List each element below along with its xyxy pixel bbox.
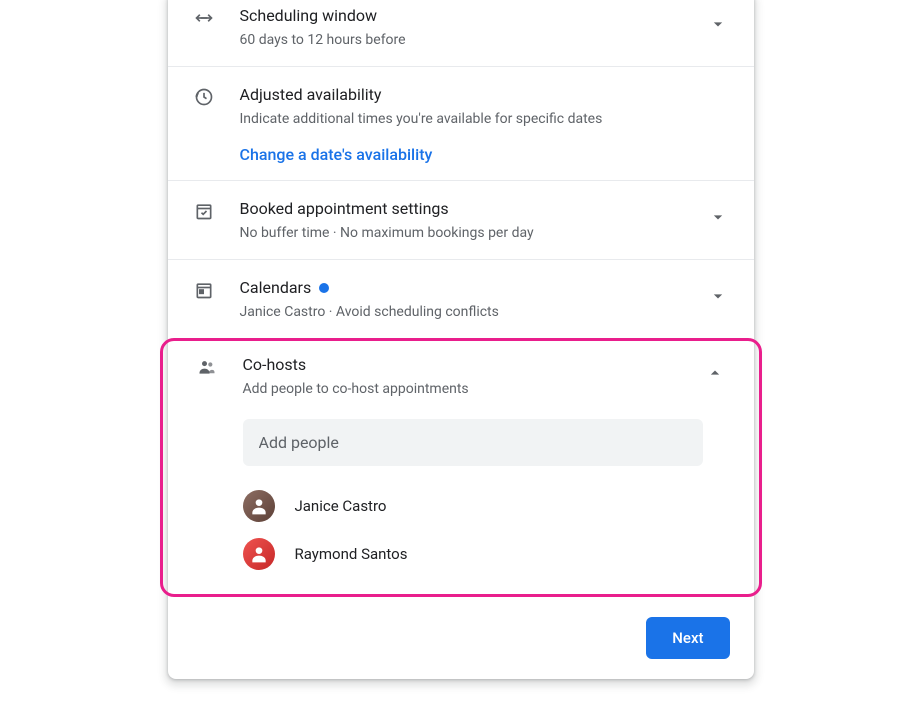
booked-settings-section[interactable]: Booked appointment settings No buffer ti… xyxy=(168,181,754,260)
booked-settings-subtitle: No buffer time · No maximum bookings per… xyxy=(240,223,706,243)
scheduling-window-section[interactable]: Scheduling window 60 days to 12 hours be… xyxy=(168,0,754,67)
people-icon xyxy=(195,355,219,379)
adjusted-availability-title: Adjusted availability xyxy=(240,83,730,107)
list-item[interactable]: Janice Castro xyxy=(243,482,703,530)
adjusted-availability-subtitle: Indicate additional times you're availab… xyxy=(240,109,730,129)
calendars-subtitle: Janice Castro · Avoid scheduling conflic… xyxy=(240,302,706,322)
person-name: Raymond Santos xyxy=(295,545,408,563)
panel-footer: Next xyxy=(168,597,754,679)
cohosts-subtitle: Add people to co-host appointments xyxy=(243,379,703,399)
scheduling-window-subtitle: 60 days to 12 hours before xyxy=(240,30,706,50)
list-item[interactable]: Raymond Santos xyxy=(243,530,703,578)
calendar-check-icon xyxy=(192,199,216,223)
chevron-down-icon[interactable] xyxy=(706,205,730,229)
cohosts-title: Co-hosts xyxy=(243,353,703,377)
next-button[interactable]: Next xyxy=(646,617,729,659)
calendars-section[interactable]: Calendars Janice Castro · Avoid scheduli… xyxy=(168,260,754,338)
chevron-up-icon[interactable] xyxy=(703,361,727,385)
adjusted-availability-section: Adjusted availability Indicate additiona… xyxy=(168,67,754,181)
swap-icon xyxy=(192,6,216,30)
indicator-dot-icon xyxy=(319,283,329,293)
calendar-today-icon xyxy=(192,278,216,302)
cohosts-section: Co-hosts Add people to co-host appointme… xyxy=(163,341,759,594)
person-name: Janice Castro xyxy=(295,497,387,515)
cohosts-highlight: Co-hosts Add people to co-host appointme… xyxy=(160,338,762,597)
settings-panel: Scheduling window 60 days to 12 hours be… xyxy=(168,0,754,679)
chevron-down-icon[interactable] xyxy=(706,284,730,308)
chevron-down-icon[interactable] xyxy=(706,12,730,36)
booked-settings-title: Booked appointment settings xyxy=(240,197,706,221)
add-people-input[interactable] xyxy=(243,419,703,466)
scheduling-window-title: Scheduling window xyxy=(240,4,706,28)
change-availability-link[interactable]: Change a date's availability xyxy=(240,145,433,164)
cohosts-people-list: Janice Castro Raymond Santos xyxy=(243,482,703,578)
clock-refresh-icon xyxy=(192,85,216,109)
calendars-title: Calendars xyxy=(240,276,312,300)
avatar xyxy=(243,490,275,522)
avatar xyxy=(243,538,275,570)
